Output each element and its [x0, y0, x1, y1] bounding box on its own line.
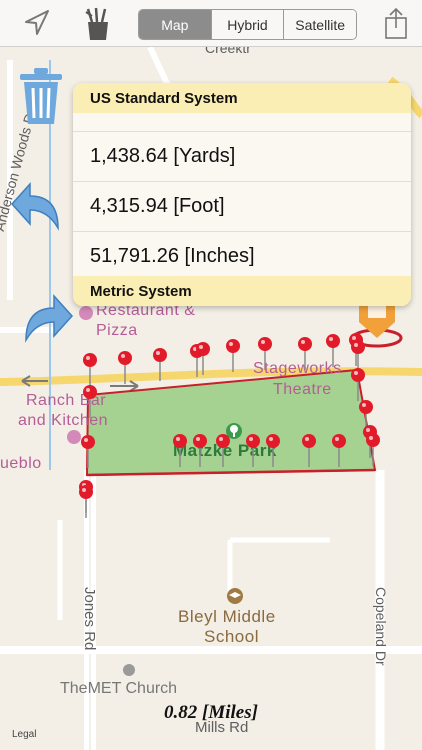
- undo-arrow-icon[interactable]: [10, 178, 68, 239]
- measurement-panel: US Standard System 1,438.64 [Yards] 4,31…: [73, 83, 411, 306]
- map-pin[interactable]: [258, 337, 272, 370]
- redo-arrow-icon[interactable]: [16, 290, 74, 351]
- map-pin[interactable]: [83, 385, 97, 418]
- measurement-foot[interactable]: 4,315.94 [Foot]: [73, 182, 411, 232]
- map-pin[interactable]: [366, 433, 380, 466]
- panel-spacer: [73, 113, 411, 132]
- location-arrow-icon[interactable]: [18, 6, 54, 40]
- map-pin[interactable]: [246, 434, 260, 467]
- legal-link[interactable]: Legal: [12, 729, 36, 740]
- share-icon[interactable]: [378, 6, 414, 40]
- map-pin[interactable]: [118, 351, 132, 384]
- map-pin[interactable]: [81, 435, 95, 468]
- map-pin[interactable]: [193, 434, 207, 467]
- map-type-segmented-control: Map Hybrid Satellite: [138, 9, 357, 40]
- map-pin[interactable]: [83, 353, 97, 386]
- trash-icon[interactable]: [18, 66, 64, 131]
- toolbar: Map Hybrid Satellite: [0, 0, 422, 47]
- metric-system-header: Metric System: [73, 276, 411, 306]
- map-type-map[interactable]: Map: [139, 10, 211, 39]
- map-pin[interactable]: [153, 348, 167, 381]
- map-pin[interactable]: [226, 339, 240, 372]
- map-pin[interactable]: [173, 434, 187, 467]
- map-pin[interactable]: [196, 342, 210, 375]
- pen-cup-icon[interactable]: [80, 6, 116, 40]
- map-pin[interactable]: [298, 337, 312, 370]
- map-pin[interactable]: [351, 368, 365, 401]
- measurement-yards[interactable]: 1,438.64 [Yards]: [73, 132, 411, 182]
- map-pin[interactable]: [302, 434, 316, 467]
- map-pin[interactable]: [326, 334, 340, 367]
- map-pin[interactable]: [266, 434, 280, 467]
- map-pin[interactable]: [79, 485, 93, 518]
- map-type-satellite[interactable]: Satellite: [283, 10, 356, 39]
- us-standard-header: US Standard System: [73, 83, 411, 113]
- map-pin[interactable]: [332, 434, 346, 467]
- map-type-hybrid[interactable]: Hybrid: [210, 10, 284, 39]
- measurement-inches[interactable]: 51,791.26 [Inches]: [73, 232, 411, 282]
- distance-readout: 0.82 [Miles]: [164, 702, 258, 723]
- map-pin[interactable]: [216, 434, 230, 467]
